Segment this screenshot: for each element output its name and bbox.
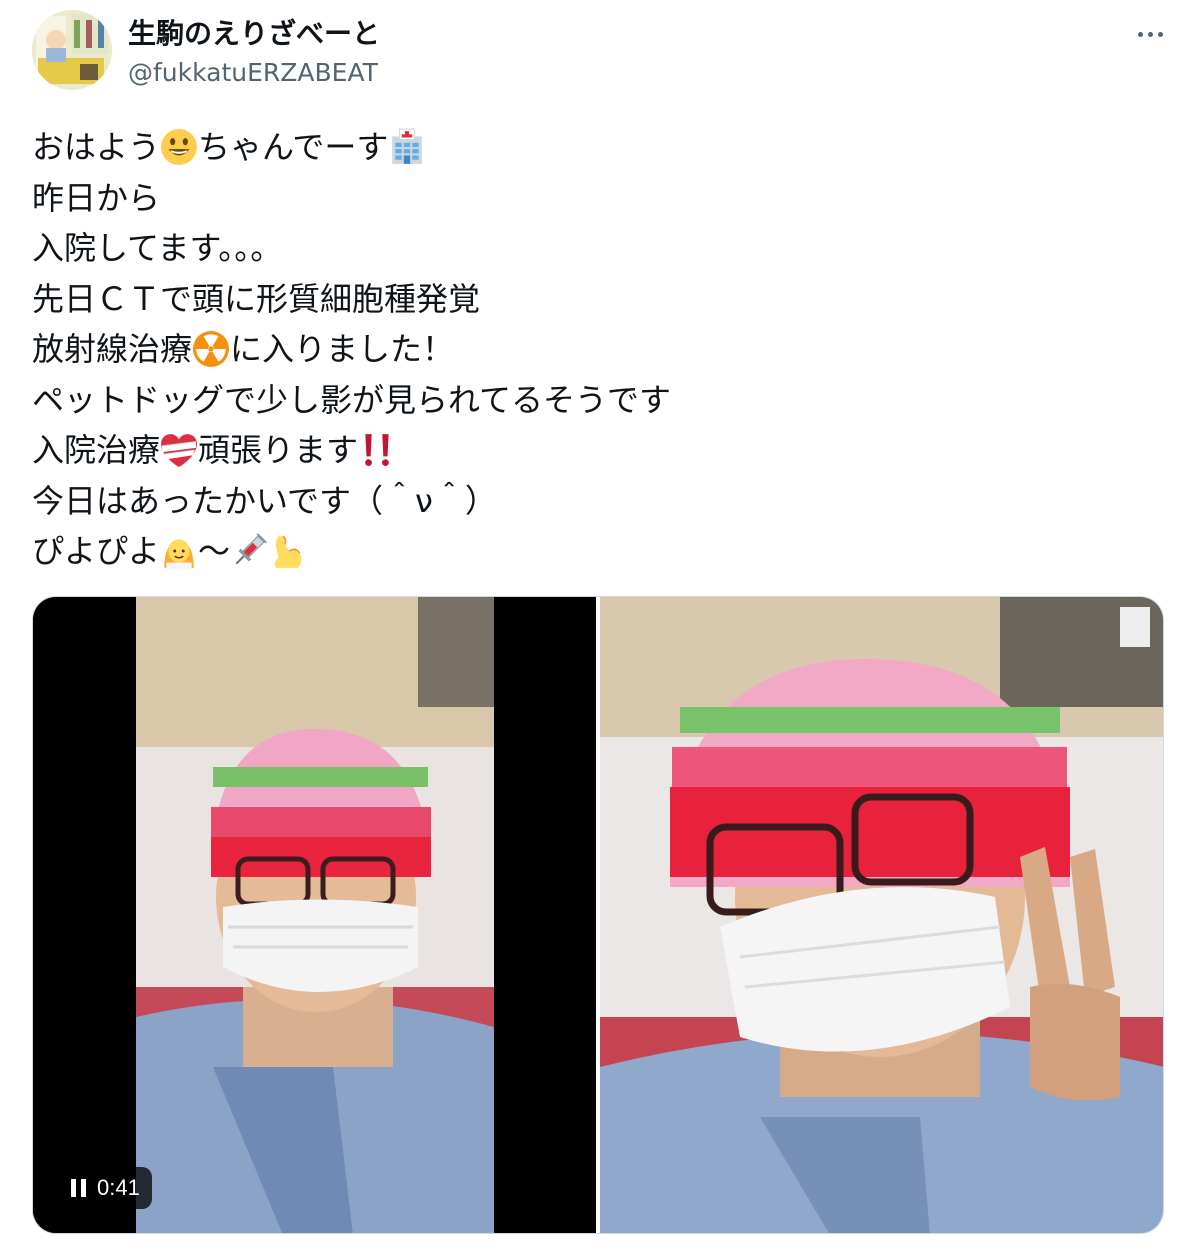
tweet-text-segment: 〜: [198, 532, 231, 570]
radioactive-emoji: [192, 330, 230, 368]
tweet-text-line: 入院してます。。。: [32, 223, 1152, 274]
tweet-text: おはよう ちゃんでーす 昨日から 入院してます。。。 先日ＣＴで頭に形質細胞種発覚 放射線…: [32, 122, 1152, 577]
tweet-text-line: ぴよぴよ〜: [32, 526, 1152, 577]
tweet-text-line: 今日はあったかいです（＾ν＾）: [32, 476, 1152, 527]
video-timer[interactable]: 0:41: [61, 1167, 152, 1209]
mending-heart-emoji: [160, 431, 198, 469]
tweet-text-segment: に入りました！: [230, 330, 455, 368]
flexed-biceps-emoji: [268, 532, 306, 570]
photo[interactable]: [600, 597, 1163, 1233]
tweet-text-segment: ペットドッグで少し影が見られてるそうです: [32, 380, 672, 419]
smiley-emoji: [160, 128, 198, 166]
tweet-text-segment: 先日ＣＴで頭に形質細胞種発覚: [32, 279, 481, 318]
tweet-text-line: 放射線治療 に入りました！: [32, 324, 1152, 375]
tweet-text-segment: ちゃんでーす: [198, 128, 389, 166]
pause-icon[interactable]: [71, 1179, 87, 1197]
video-frame: [33, 597, 596, 1233]
tweet-text-segment: おはよう: [32, 128, 161, 166]
tweet-text-segment: ぴよぴよ: [32, 532, 161, 570]
more-options-button[interactable]: [1128, 14, 1172, 54]
tweet-text-line: 昨日から: [32, 173, 1152, 224]
hospital-emoji: [388, 128, 426, 166]
tweet-text-line: 入院治療 頑張ります: [32, 425, 1152, 476]
tweet-text-line: おはよう ちゃんでーす: [32, 122, 1152, 173]
tweet-text-segment: 頑張ります: [198, 431, 359, 469]
more-dot: [1157, 31, 1163, 37]
video-timestamp: 0:41: [97, 1175, 140, 1200]
more-dot: [1137, 31, 1143, 37]
tweet-text-segment: 今日はあったかいです（＾ν＾）: [32, 481, 497, 520]
more-dot: [1147, 31, 1153, 37]
tweet-text-segment: 昨日から: [32, 178, 161, 217]
tweet-text-line: ペットドッグで少し影が見られてるそうです: [32, 375, 1152, 426]
tweet-text-segment: 入院治療: [32, 431, 161, 469]
avatar-image: [32, 10, 112, 90]
video-player[interactable]: 0:41: [33, 597, 596, 1233]
user-handle[interactable]: @fukkatuERZABEAT: [128, 54, 378, 92]
tweet: 生駒のえりざべーと @fukkatuERZABEAT おはよう ちゃんでーす 昨日か…: [0, 0, 1192, 1260]
media-grid: 0:41: [32, 596, 1164, 1234]
avatar[interactable]: [32, 10, 112, 90]
tweet-text-line: 先日ＣＴで頭に形質細胞種発覚: [32, 274, 1152, 325]
photo-image: [600, 597, 1163, 1233]
syringe-emoji: [230, 532, 268, 570]
tweet-text-segment: 放射線治療: [32, 330, 193, 368]
display-name[interactable]: 生駒のえりざべーと: [128, 14, 380, 54]
bride-emoji: [160, 532, 198, 571]
tweet-text-segment: 入院してます。。。: [32, 229, 283, 267]
double-exclamation-emoji: [358, 431, 396, 469]
